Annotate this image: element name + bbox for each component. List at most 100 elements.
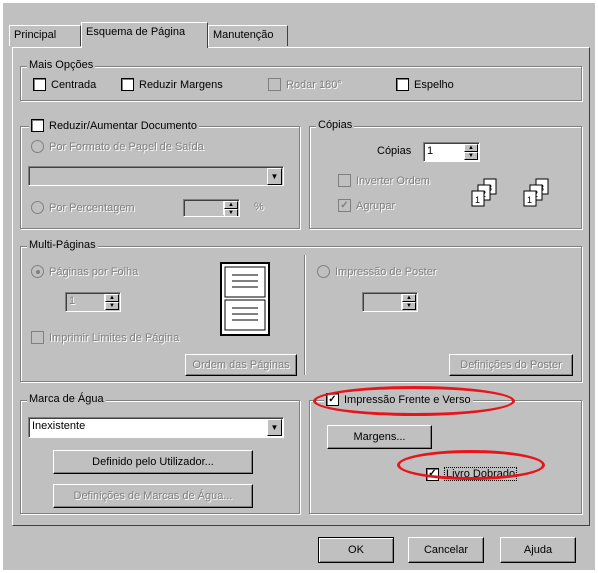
poster-field: ▲ ▼ [362, 292, 418, 312]
ok-label: OK [348, 544, 364, 556]
multi-paginas-title: Multi-Páginas [27, 239, 98, 251]
reduzir-aumentar-checkbox[interactable]: Reduzir/Aumentar Documento [29, 119, 199, 132]
rodar-180-checkbox: Rodar 180° [268, 78, 342, 91]
definicoes-poster-label: Definições do Poster [460, 359, 562, 371]
checkbox-box: ✓ [326, 393, 339, 406]
margens-button[interactable]: Margens... [327, 425, 432, 449]
inverter-ordem-label: Inverter Ordem [356, 174, 430, 187]
percentagem-spinner: ▲ ▼ [223, 201, 238, 216]
collated-pages-icon: 3 2 1 [471, 178, 497, 207]
multi-paginas-group: Multi-Páginas Páginas por Folha 1 ▲ ▼ Imp… [20, 239, 582, 382]
centrada-label: Centrada [51, 78, 97, 91]
radio-circle [317, 265, 330, 278]
spin-up-icon: ▲ [105, 294, 119, 302]
checkbox-box [33, 78, 46, 91]
tab-esquema-label: Esquema de Página [86, 26, 186, 38]
definicoes-marcas-label: Definições de Marcas de Água... [73, 490, 233, 502]
rodar-180-label: Rodar 180° [286, 78, 342, 91]
tab-manutencao[interactable]: Manutenção [208, 25, 288, 46]
por-formato-radio: Por Formato de Papel de Saída [31, 140, 204, 153]
paginas-value: 1 [69, 295, 76, 307]
ajuda-button[interactable]: Ajuda [500, 537, 576, 563]
impressao-poster-radio: Impressão de Poster [317, 265, 437, 278]
tab-principal[interactable]: Principal [9, 25, 81, 46]
ordem-paginas-label: Ordem das Páginas [192, 359, 290, 371]
cancelar-label: Cancelar [423, 544, 469, 556]
agrupar-checkbox: ✓ Agrupar [338, 199, 395, 212]
spin-down-icon: ▼ [464, 152, 478, 160]
svg-text:1: 1 [475, 195, 480, 205]
livro-dobrado-checkbox[interactable]: ✓ Livro Dobrado [426, 467, 518, 481]
marca-agua-group: Marca de Água Inexistente ▼ Definido pel… [20, 393, 300, 514]
ok-button[interactable]: OK [318, 537, 394, 563]
spin-down-icon: ▼ [224, 209, 238, 216]
definido-pelo-utilizador-button[interactable]: Definido pelo Utilizador... [53, 450, 253, 474]
copias-input[interactable]: 1 ▲ ▼ [423, 142, 480, 162]
margens-label: Margens... [353, 431, 406, 443]
checkbox-box: ✓ [426, 467, 439, 481]
paginas-spinner: ▲ ▼ [104, 294, 119, 310]
percentagem-field: ▲ ▼ [183, 199, 240, 217]
checkbox-box [268, 78, 281, 91]
chevron-down-icon: ▼ [267, 168, 282, 185]
formato-select: ▼ [28, 166, 284, 186]
checkbox-box [31, 331, 44, 344]
checkbox-box [338, 174, 351, 187]
ajuda-label: Ajuda [523, 544, 553, 556]
copias-title: Cópias [316, 119, 355, 131]
imprimir-limites-label: Imprimir Limites de Página [49, 331, 180, 344]
radio-circle [31, 201, 44, 214]
paginas-por-folha-field: 1 ▲ ▼ [65, 292, 121, 312]
tab-page: Mais Opções Centrada Reduzir Margens Rod… [12, 47, 590, 526]
marca-agua-select[interactable]: Inexistente ▼ [28, 417, 284, 438]
por-formato-label: Por Formato de Papel de Saída [49, 140, 204, 153]
copias-label: Cópias [377, 145, 412, 157]
frente-verso-label: Impressão Frente e Verso [344, 393, 471, 406]
por-percentagem-radio: Por Percentagem [31, 201, 135, 214]
divider [304, 255, 305, 375]
impressao-frente-verso-checkbox[interactable]: ✓ Impressão Frente e Verso [324, 393, 473, 406]
tab-principal-label: Principal [14, 29, 57, 41]
paginas-por-folha-label: Páginas por Folha [49, 265, 139, 278]
checkbox-box [31, 119, 44, 132]
marca-agua-value: Inexistente [32, 420, 86, 432]
livro-dobrado-label: Livro Dobrado [444, 467, 518, 481]
espelho-checkbox[interactable]: Espelho [396, 78, 454, 91]
marca-agua-title: Marca de Água [27, 393, 106, 405]
reduzir-aumentar-title: Reduzir/Aumentar Documento [49, 119, 197, 132]
mais-opcoes-title: Mais Opções [27, 59, 96, 71]
printer-properties-dialog: Principal Esquema de Página Manutenção M… [3, 3, 595, 570]
definicoes-marcas-agua-button: Definições de Marcas de Água... [53, 484, 253, 508]
radio-circle [31, 140, 44, 153]
poster-spinner: ▲ ▼ [401, 294, 416, 310]
svg-text:1: 1 [527, 195, 532, 205]
ordem-paginas-button: Ordem das Páginas [185, 354, 297, 376]
tab-manutencao-label: Manutenção [213, 29, 274, 41]
copias-group: Cópias Cópias 1 ▲ ▼ Inverter Ordem ✓ Agrup… [309, 119, 582, 229]
centrada-checkbox[interactable]: Centrada [33, 78, 96, 91]
spin-down-icon: ▼ [105, 302, 119, 310]
checkbox-box: ✓ [338, 199, 351, 212]
chevron-down-icon[interactable]: ▼ [267, 419, 282, 436]
reduzir-margens-checkbox[interactable]: Reduzir Margens [121, 78, 223, 91]
copias-value: 1 [427, 145, 434, 157]
checkbox-box [396, 78, 409, 91]
agrupar-label: Agrupar [356, 199, 396, 212]
checkbox-box [121, 78, 134, 91]
definicoes-poster-button: Definições do Poster [449, 354, 573, 376]
definido-label: Definido pelo Utilizador... [92, 456, 214, 468]
percent-unit: % [254, 201, 264, 213]
inverter-ordem-checkbox: Inverter Ordem [338, 174, 430, 187]
impressao-poster-label: Impressão de Poster [335, 265, 437, 278]
spin-up-icon: ▲ [464, 144, 478, 152]
mais-opcoes-group: Mais Opções Centrada Reduzir Margens Rod… [20, 59, 582, 101]
tab-esquema-de-pagina[interactable]: Esquema de Página [81, 22, 208, 48]
espelho-label: Espelho [414, 78, 454, 91]
copias-spinner[interactable]: ▲ ▼ [463, 144, 478, 160]
paginas-por-folha-radio: Páginas por Folha [31, 265, 138, 278]
collated-pages-icon: 3 2 1 [523, 178, 549, 207]
reduzir-aumentar-group: Reduzir/Aumentar Documento Por Formato d… [20, 119, 300, 229]
page-layout-preview-icon [220, 262, 270, 336]
por-percentagem-label: Por Percentagem [49, 201, 135, 214]
cancelar-button[interactable]: Cancelar [408, 537, 484, 563]
